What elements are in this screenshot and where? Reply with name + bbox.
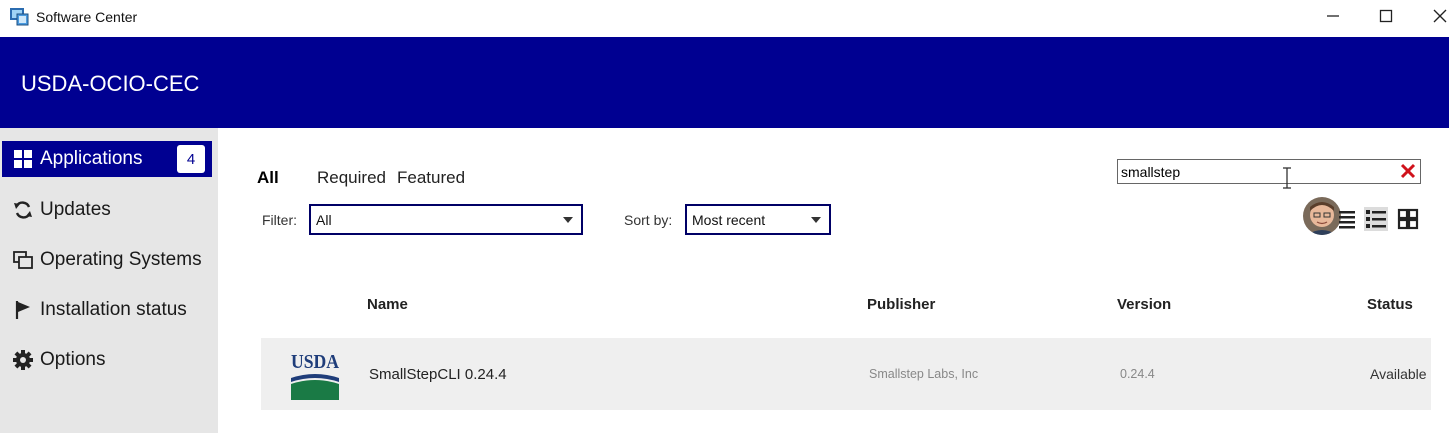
column-header-name[interactable]: Name <box>367 296 408 313</box>
filter-selected-value: All <box>316 212 332 228</box>
clear-search-icon[interactable] <box>1399 162 1417 180</box>
search-box[interactable] <box>1117 159 1421 184</box>
sidebar-item-operating-systems[interactable]: Operating Systems <box>2 242 212 278</box>
chevron-down-icon <box>563 217 573 223</box>
close-button[interactable] <box>1420 4 1449 32</box>
sort-dropdown[interactable]: Most recent <box>685 204 831 235</box>
applications-count-badge: 4 <box>177 145 205 173</box>
sidebar-item-label: Applications <box>40 148 143 169</box>
search-input[interactable] <box>1118 160 1388 183</box>
title-bar: Software Center <box>0 0 1449 37</box>
chevron-down-icon <box>811 217 821 223</box>
filter-dropdown[interactable]: All <box>309 204 583 235</box>
flag-icon <box>12 299 34 321</box>
text-cursor-icon <box>1280 166 1294 190</box>
table-row[interactable]: USDA SmallStepCLI 0.24.4 Smallstep Labs,… <box>261 338 1431 410</box>
sidebar-item-installation-status[interactable]: Installation status <box>2 292 212 328</box>
tab-all[interactable]: All <box>257 168 279 188</box>
sidebar-item-label: Operating Systems <box>40 249 202 270</box>
app-name: SmallStepCLI 0.24.4 <box>369 366 507 383</box>
organization-name: USDA-OCIO-CEC <box>21 71 200 96</box>
grid-icon <box>12 148 34 170</box>
maximize-icon <box>1379 9 1393 28</box>
close-icon <box>1433 9 1447 28</box>
maximize-button[interactable] <box>1366 4 1406 32</box>
refresh-icon <box>12 199 34 221</box>
filter-label: Filter: <box>262 212 297 228</box>
tab-required[interactable]: Required <box>317 168 386 188</box>
app-publisher: Smallstep Labs, Inc <box>869 367 979 381</box>
sort-selected-value: Most recent <box>692 212 766 228</box>
app-status: Available <box>1370 366 1427 382</box>
sidebar: Applications 4 Updates Operating Systems <box>0 128 218 433</box>
software-center-app-icon <box>9 6 29 26</box>
gear-icon <box>12 349 34 371</box>
svg-text:USDA: USDA <box>291 351 339 373</box>
list-view-icon[interactable] <box>1364 207 1388 231</box>
sidebar-item-updates[interactable]: Updates <box>2 192 212 228</box>
usda-logo: USDA <box>290 348 340 400</box>
sidebar-item-options[interactable]: Options <box>2 342 212 378</box>
sort-label: Sort by: <box>624 212 673 228</box>
tile-view-icon[interactable] <box>1396 207 1420 231</box>
header-banner: USDA-OCIO-CEC <box>0 37 1449 128</box>
sidebar-item-applications[interactable]: Applications 4 <box>2 141 212 177</box>
sidebar-item-label: Updates <box>40 199 111 220</box>
minimize-icon <box>1326 9 1340 28</box>
details-view-icon[interactable] <box>1335 207 1359 231</box>
tab-featured[interactable]: Featured <box>397 168 465 188</box>
column-header-publisher[interactable]: Publisher <box>867 296 935 313</box>
window-title: Software Center <box>36 9 138 25</box>
windows-stack-icon <box>12 249 34 271</box>
column-header-status[interactable]: Status <box>1367 296 1413 313</box>
sidebar-item-label: Options <box>40 349 106 370</box>
minimize-button[interactable] <box>1313 4 1353 32</box>
sidebar-item-label: Installation status <box>40 299 187 320</box>
app-version: 0.24.4 <box>1120 367 1155 381</box>
column-header-version[interactable]: Version <box>1117 296 1171 313</box>
